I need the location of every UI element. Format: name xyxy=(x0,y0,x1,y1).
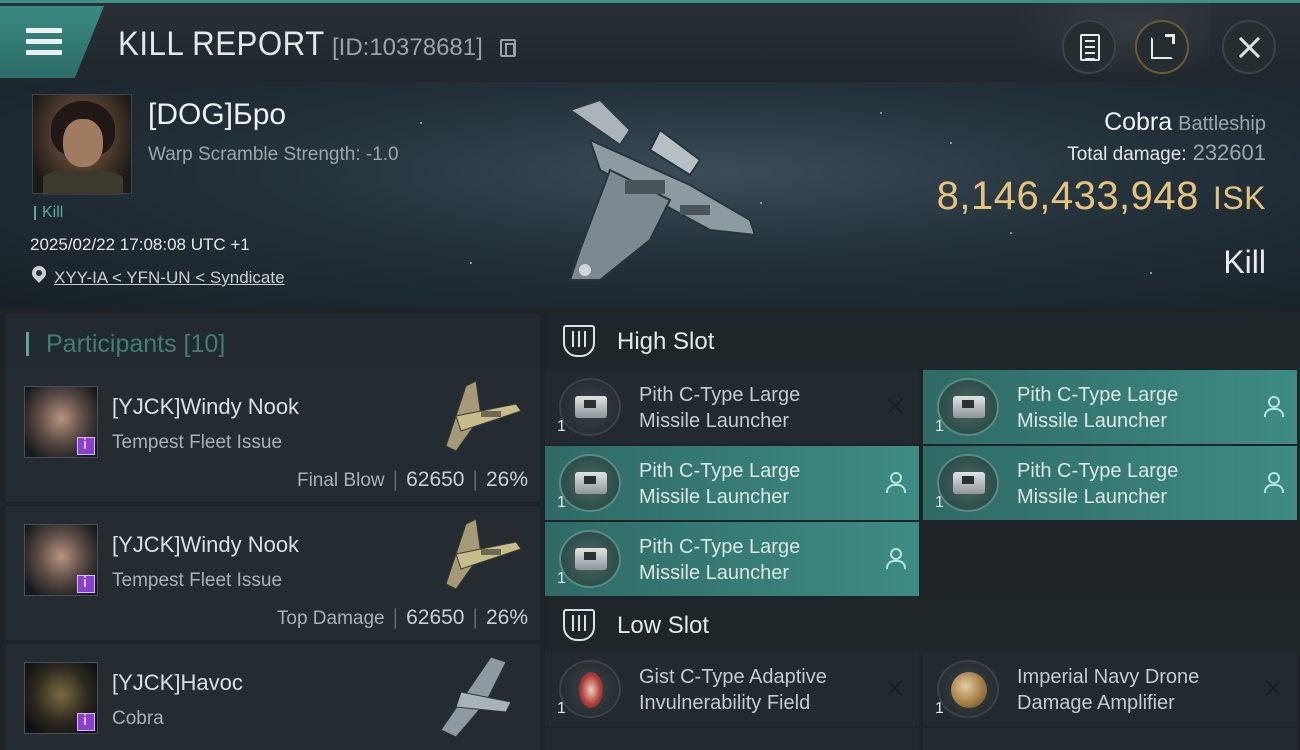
module-name: Pith C-Type Large Missile Launcher xyxy=(1017,384,1179,432)
location-link[interactable]: XYY-IA < YFN-UN < Syndicate xyxy=(54,268,285,288)
participant-ship: Tempest Fleet Issue xyxy=(112,570,283,591)
module-item[interactable]: 1 Pith C-Type Large Missile Launcher xyxy=(545,522,919,596)
destroyed-icon xyxy=(885,678,905,698)
location-pin-icon xyxy=(29,263,49,283)
module-item[interactable]: 1 Gist C-Type Adaptive Invulnerability Fi… xyxy=(545,652,919,726)
share-arrow-icon xyxy=(1165,34,1175,44)
destroyed-icon xyxy=(885,396,905,416)
dropped-person-icon xyxy=(885,472,906,493)
module-name: Pith C-Type Large Missile Launcher xyxy=(639,536,801,584)
avatar[interactable] xyxy=(24,524,98,596)
participant-ship: Cobra xyxy=(112,708,164,729)
warp-scramble-strength: Warp Scramble Strength: -1.0 xyxy=(148,144,399,165)
participant-row[interactable]: [YJCK]Windy Nook Tempest Fleet Issue Fin… xyxy=(6,368,540,502)
isk-value: 8,146,433,948 ISK xyxy=(936,174,1266,218)
participant-ship: Tempest Fleet Issue xyxy=(112,432,283,453)
victim-portrait[interactable] xyxy=(32,94,132,195)
participant-row[interactable]: [YJCK]Windy Nook Tempest Fleet Issue Top… xyxy=(6,506,540,640)
participant-ship-image xyxy=(445,518,522,590)
low-slot-label: Low Slot xyxy=(617,612,710,639)
menu-icon xyxy=(26,28,62,58)
high-slot-header: High Slot xyxy=(545,312,1300,370)
kill-datetime: 2025/02/22 17:08:08 UTC +1 xyxy=(30,235,250,254)
missile-launcher-icon xyxy=(559,378,621,436)
destroyed-icon xyxy=(1263,678,1283,698)
low-slot-icon xyxy=(563,609,595,641)
high-slot-icon xyxy=(563,325,595,357)
total-damage: Total damage: 232601 xyxy=(1067,140,1266,165)
info-badge-icon xyxy=(77,713,95,731)
module-item[interactable] xyxy=(545,728,919,750)
missile-launcher-icon xyxy=(937,378,999,436)
kill-tag: Kill xyxy=(34,205,63,221)
module-item[interactable]: 1 Pith C-Type Large Missile Launcher xyxy=(545,370,919,444)
info-badge-icon xyxy=(77,437,95,455)
participant-stats: Final Blow | 62650 | 26% xyxy=(296,468,528,491)
victim-ship-name[interactable]: Cobra Battleship xyxy=(1104,108,1266,137)
page-title: KILL REPORT xyxy=(118,25,325,63)
participants-panel: Participants [10] [YJCK]Windy Nook Tempe… xyxy=(0,308,540,750)
participant-row[interactable]: [YJCK]Havoc Cobra xyxy=(6,644,540,750)
module-item[interactable]: 1 Pith C-Type Large Missile Launcher xyxy=(923,446,1297,520)
fitting-panel: High Slot 1 Pith C-Type Large Missile Lau… xyxy=(540,308,1300,750)
avatar[interactable] xyxy=(24,386,98,458)
report-id: [ID:10378681] xyxy=(332,34,483,61)
result-label: Kill xyxy=(1223,244,1266,280)
clipboard-icon xyxy=(1080,34,1100,61)
participant-name: [YJCK]Windy Nook xyxy=(112,532,300,557)
participant-name: [YJCK]Windy Nook xyxy=(112,394,300,419)
share-button[interactable] xyxy=(1135,20,1189,74)
module-name: Gist C-Type Adaptive Invulnerability Fiel… xyxy=(639,666,827,714)
victim-ship-image[interactable] xyxy=(540,90,770,300)
clipboard-button[interactable] xyxy=(1062,20,1116,74)
module-item[interactable]: 1 Pith C-Type Large Missile Launcher xyxy=(545,446,919,520)
copy-icon[interactable] xyxy=(500,39,516,57)
victim-name[interactable]: [DOG]Бро xyxy=(148,98,286,132)
missile-launcher-icon xyxy=(937,454,999,512)
header-bar: KILL REPORT [ID:10378681] xyxy=(0,0,1300,83)
shield-module-icon xyxy=(559,660,621,718)
participants-label: Participants [10] xyxy=(46,330,226,358)
module-item[interactable]: 1 Pith C-Type Large Missile Launcher xyxy=(923,370,1297,444)
participants-header: Participants [10] xyxy=(6,314,540,372)
info-badge-icon xyxy=(77,575,95,593)
low-slot-header: Low Slot xyxy=(545,596,1300,654)
participant-name: [YJCK]Havoc xyxy=(112,670,243,695)
missile-launcher-icon xyxy=(559,530,621,588)
module-name: Pith C-Type Large Missile Launcher xyxy=(639,384,801,432)
module-name: Pith C-Type Large Missile Launcher xyxy=(1017,460,1179,508)
avatar[interactable] xyxy=(24,662,98,734)
participant-stats: Top Damage | 62650 | 26% xyxy=(276,606,528,629)
drone-amplifier-icon xyxy=(937,660,999,718)
module-name: Pith C-Type Large Missile Launcher xyxy=(639,460,801,508)
menu-button[interactable] xyxy=(0,6,104,78)
dropped-person-icon xyxy=(1263,472,1284,493)
dropped-person-icon xyxy=(1263,396,1284,417)
module-item[interactable]: 1 Imperial Navy Drone Damage Amplifier xyxy=(923,652,1297,726)
high-slot-label: High Slot xyxy=(617,328,715,355)
missile-launcher-icon xyxy=(559,454,621,512)
module-name: Imperial Navy Drone Damage Amplifier xyxy=(1017,666,1200,714)
module-item[interactable] xyxy=(923,728,1297,750)
close-button[interactable] xyxy=(1222,20,1276,74)
participant-ship-image xyxy=(440,656,512,738)
dropped-person-icon xyxy=(885,548,906,569)
participant-ship-image xyxy=(445,380,522,452)
victim-banner: [DOG]Бро Warp Scramble Strength: -1.0 Ki… xyxy=(0,82,1300,308)
